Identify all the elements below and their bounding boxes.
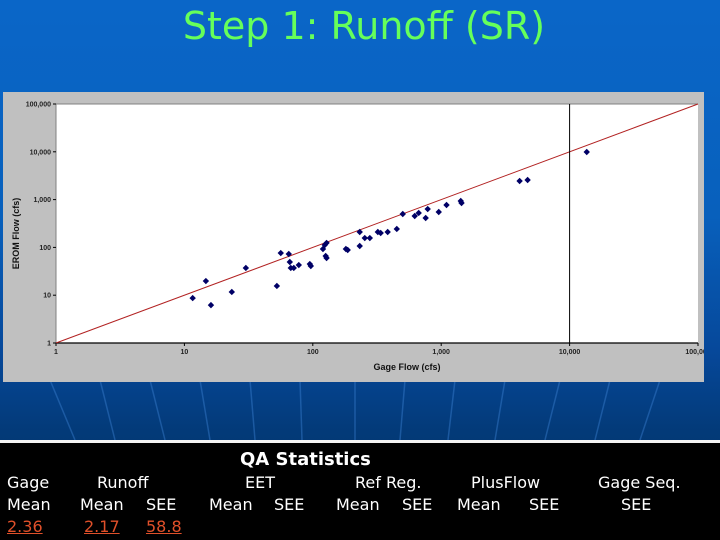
x-tick-label: 1,000: [432, 349, 450, 356]
group-label-runoff: Runoff: [97, 473, 149, 492]
col-refreg-see: SEE: [402, 495, 433, 514]
group-label-gage-seq: Gage Seq.: [598, 473, 681, 492]
col-refreg-mean: Mean: [336, 495, 380, 514]
x-axis-ticks: 1 10 100 1,000 10,000 100,000: [54, 343, 704, 356]
chart-frame: 1 10 100 1,000 10,000 100,000 1 10 100 1,000 10,0…: [3, 92, 704, 382]
y-tick-label: 10,000: [30, 149, 52, 156]
col-eet-see: SEE: [274, 495, 305, 514]
x-tick-label: 1: [54, 349, 58, 356]
col-plusflow-see: SEE: [529, 495, 560, 514]
col-runoff-mean: Mean: [80, 495, 124, 514]
group-label-eet: EET: [245, 473, 275, 492]
col-gage-mean: Mean: [7, 495, 51, 514]
x-tick-label: 100,000: [685, 349, 704, 356]
qa-statistics-panel: QA Statistics Gage Runoff EET Ref Reg. P…: [0, 440, 720, 540]
y-axis-ticks: 1 10 100 1,000 10,000 100,000: [26, 102, 56, 348]
x-axis-title: Gage Flow (cfs): [373, 362, 440, 372]
y-tick-label: 100: [39, 245, 51, 252]
value-runoff-mean: 2.17: [84, 517, 120, 536]
slide-title: Step 1: Runoff (SR): [182, 4, 546, 48]
x-tick-label: 10,000: [559, 349, 581, 356]
x-tick-label: 10: [181, 349, 189, 356]
group-label-plusflow: PlusFlow: [471, 473, 541, 492]
group-label-ref-reg: Ref Reg.: [355, 473, 422, 492]
qa-statistics-title: QA Statistics: [240, 449, 371, 470]
col-eet-mean: Mean: [209, 495, 253, 514]
x-tick-label: 100: [307, 349, 319, 356]
value-runoff-see: 58.8: [146, 517, 182, 536]
col-gageseq-see: SEE: [621, 495, 652, 514]
col-plusflow-mean: Mean: [457, 495, 501, 514]
y-tick-label: 1,000: [33, 197, 51, 204]
y-tick-label: 10: [43, 293, 51, 300]
value-gage-mean: 2.36: [7, 517, 43, 536]
group-label-gage: Gage: [7, 473, 50, 492]
y-tick-label: 100,000: [26, 102, 51, 109]
scatter-chart: 1 10 100 1,000 10,000 100,000 1 10 100 1,000 10,0…: [11, 102, 704, 373]
col-runoff-see: SEE: [146, 495, 177, 514]
y-axis-title: EROM Flow (cfs): [11, 198, 21, 270]
y-tick-label: 1: [47, 341, 51, 348]
